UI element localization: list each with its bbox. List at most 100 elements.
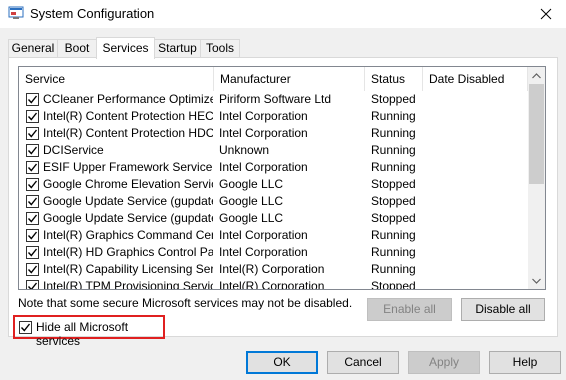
manufacturer-cell: Piriform Software Ltd <box>219 92 332 106</box>
table-row[interactable]: Intel(R) Content Protection HEC... Intel … <box>19 108 529 125</box>
table-row[interactable]: Google Update Service (gupdate) Google LL… <box>19 193 529 210</box>
manufacturer-cell: Intel Corporation <box>219 109 308 123</box>
table-row[interactable]: Intel(R) Capability Licensing Ser... Inte… <box>19 261 529 278</box>
service-checkbox[interactable] <box>26 229 39 242</box>
column-header-date-disabled[interactable]: Date Disabled <box>423 67 528 91</box>
service-name-cell: CCleaner Performance Optimizer... <box>43 92 213 106</box>
status-cell: Running <box>371 143 416 157</box>
tab-services[interactable]: Services <box>96 37 155 59</box>
status-cell: Stopped <box>371 177 416 191</box>
status-cell: Running <box>371 126 416 140</box>
checkmark-icon <box>27 231 38 240</box>
date-disabled-cell <box>429 176 524 193</box>
service-checkbox[interactable] <box>26 263 39 276</box>
service-name-cell: Google Chrome Elevation Servic... <box>43 177 213 191</box>
hide-microsoft-services-label[interactable]: Hide all Microsoft services <box>36 320 163 348</box>
tab-tools[interactable]: Tools <box>200 39 240 58</box>
column-header-service[interactable]: Service <box>19 67 214 91</box>
service-name-cell: Intel(R) HD Graphics Control Pa... <box>43 245 213 259</box>
column-header-status[interactable]: Status <box>365 67 423 91</box>
service-checkbox[interactable] <box>26 246 39 259</box>
table-row[interactable]: Google Update Service (gupdatem) Google L… <box>19 210 529 227</box>
service-name-cell: Intel(R) Capability Licensing Ser... <box>43 262 213 276</box>
scrollbar-thumb[interactable] <box>529 84 544 184</box>
checkmark-icon <box>20 323 31 332</box>
help-button[interactable]: Help <box>489 351 561 374</box>
table-row[interactable]: Intel(R) TPM Provisioning Service Intel(R… <box>19 278 529 290</box>
checkmark-icon <box>27 214 38 223</box>
checkmark-icon <box>27 163 38 172</box>
service-checkbox[interactable] <box>26 178 39 191</box>
close-icon <box>540 8 552 20</box>
service-checkbox[interactable] <box>26 161 39 174</box>
date-disabled-cell <box>429 278 524 289</box>
table-row[interactable]: CCleaner Performance Optimizer... Pirifor… <box>19 91 529 108</box>
services-list[interactable]: Service Manufacturer Status Date Disable… <box>18 66 546 290</box>
checkmark-icon <box>27 282 38 289</box>
table-row[interactable]: Intel(R) HD Graphics Control Pa... Intel … <box>19 244 529 261</box>
checkmark-icon <box>27 112 38 121</box>
date-disabled-cell <box>429 91 524 108</box>
status-cell: Running <box>371 228 416 242</box>
service-checkbox[interactable] <box>26 93 39 106</box>
status-cell: Running <box>371 109 416 123</box>
service-checkbox[interactable] <box>26 110 39 123</box>
checkmark-icon <box>27 95 38 104</box>
date-disabled-cell <box>429 125 524 142</box>
scroll-down-button[interactable] <box>528 272 545 289</box>
manufacturer-cell: Intel Corporation <box>219 160 308 174</box>
service-name-cell: Intel(R) Content Protection HEC... <box>43 109 213 123</box>
date-disabled-cell <box>429 210 524 227</box>
hide-microsoft-services-checkbox[interactable] <box>19 321 32 334</box>
enable-all-button[interactable]: Enable all <box>367 298 452 321</box>
service-name-cell: DCIService <box>43 143 104 157</box>
status-cell: Running <box>371 245 416 259</box>
status-cell: Stopped <box>371 92 416 106</box>
scroll-up-button[interactable] <box>528 67 545 84</box>
tab-general[interactable]: General <box>8 39 58 58</box>
checkmark-icon <box>27 129 38 138</box>
status-cell: Stopped <box>371 194 416 208</box>
date-disabled-cell <box>429 261 524 278</box>
manufacturer-cell: Intel Corporation <box>219 126 308 140</box>
status-cell: Running <box>371 262 416 276</box>
disable-all-button[interactable]: Disable all <box>461 298 545 321</box>
table-row[interactable]: Intel(R) Content Protection HDC... Intel … <box>19 125 529 142</box>
service-name-cell: Intel(R) Graphics Command Cen... <box>43 228 213 242</box>
secure-services-note: Note that some secure Microsoft services… <box>18 296 353 310</box>
status-cell: Running <box>371 160 416 174</box>
date-disabled-cell <box>429 108 524 125</box>
manufacturer-cell: Intel Corporation <box>219 228 308 242</box>
list-header: Service Manufacturer Status Date Disable… <box>19 67 545 91</box>
checkmark-icon <box>27 265 38 274</box>
close-button[interactable] <box>526 0 566 28</box>
tab-startup[interactable]: Startup <box>154 39 201 58</box>
checkmark-icon <box>27 197 38 206</box>
service-checkbox[interactable] <box>26 195 39 208</box>
manufacturer-cell: Unknown <box>219 143 270 157</box>
service-checkbox[interactable] <box>26 280 39 289</box>
table-row[interactable]: ESIF Upper Framework Service Intel Corpor… <box>19 159 529 176</box>
cancel-button[interactable]: Cancel <box>327 351 399 374</box>
chevron-up-icon <box>532 72 541 78</box>
service-checkbox[interactable] <box>26 144 39 157</box>
table-row[interactable]: Google Chrome Elevation Servic... Google … <box>19 176 529 193</box>
table-row[interactable]: Intel(R) Graphics Command Cen... Intel Co… <box>19 227 529 244</box>
tab-boot[interactable]: Boot <box>57 39 97 58</box>
manufacturer-cell: Intel(R) Corporation <box>219 279 325 290</box>
service-checkbox[interactable] <box>26 127 39 140</box>
service-checkbox[interactable] <box>26 212 39 225</box>
apply-button[interactable]: Apply <box>408 351 480 374</box>
vertical-scrollbar[interactable] <box>528 67 545 289</box>
column-header-manufacturer[interactable]: Manufacturer <box>214 67 365 91</box>
service-name-cell: Google Update Service (gupdatem) <box>43 211 213 225</box>
manufacturer-cell: Google LLC <box>219 211 284 225</box>
manufacturer-cell: Google LLC <box>219 194 284 208</box>
table-row[interactable]: DCIService Unknown Running <box>19 142 529 159</box>
status-cell: Stopped <box>371 279 416 290</box>
date-disabled-cell <box>429 244 524 261</box>
date-disabled-cell <box>429 142 524 159</box>
system-configuration-icon <box>8 6 24 20</box>
title-bar: System Configuration <box>0 0 566 28</box>
ok-button[interactable]: OK <box>246 351 318 374</box>
